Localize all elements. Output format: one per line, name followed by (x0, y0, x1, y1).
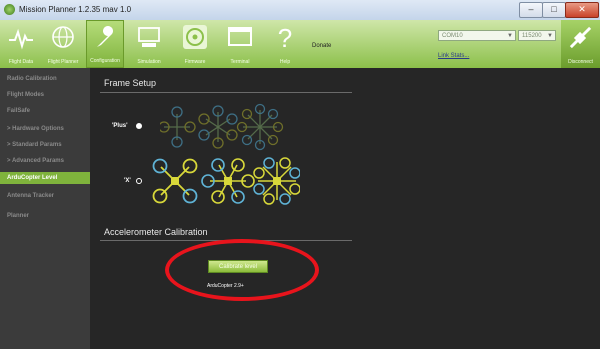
quad-plus-icon (160, 106, 196, 148)
sidebar-item-failsafe[interactable]: FailSafe (0, 105, 90, 117)
plus-frame-diagrams (160, 103, 284, 151)
chevron-down-icon: ▼ (547, 33, 553, 39)
computer-icon (138, 27, 160, 47)
hexa-plus-icon (198, 105, 238, 149)
close-button[interactable]: ✕ (565, 2, 599, 18)
minimize-button[interactable]: – (519, 2, 543, 18)
terminal-button[interactable]: Terminal (221, 20, 259, 68)
frame-setup-title: Frame Setup (104, 78, 157, 88)
plug-icon (569, 26, 592, 49)
com-port-value: COM10 (442, 33, 463, 39)
flight-data-label: Flight Data (8, 59, 34, 65)
flight-planner-label: Flight Planner (47, 59, 79, 65)
sidebar-item-antenna-tracker[interactable]: Antenna Tracker (0, 190, 90, 202)
donate-link[interactable]: Donate (312, 43, 331, 49)
title-bar: Mission Planner 1.2.35 mav 1.0 – □ ✕ (0, 0, 600, 20)
octo-x-icon (253, 157, 300, 205)
configuration-label: Configuration (90, 58, 120, 64)
hexa-x-icon (201, 158, 255, 204)
octo-plus-icon (236, 103, 284, 151)
quad-x-icon (152, 158, 198, 204)
x-frame-radio[interactable] (136, 178, 142, 184)
plus-frame-label: 'Plus' (112, 123, 128, 129)
terminal-icon (228, 27, 252, 46)
simulation-button[interactable]: Simulation (130, 20, 168, 68)
disconnect-label: Disconnect (568, 59, 593, 65)
disc-icon (183, 25, 207, 49)
app-icon (4, 4, 15, 15)
configuration-button[interactable]: Configuration (86, 20, 124, 68)
baud-rate-select[interactable]: 115200 ▼ (518, 30, 556, 41)
highlight-ellipse (165, 239, 319, 301)
config-sidebar: Radio Calibration Flight Modes FailSafe … (0, 68, 96, 349)
flight-data-button[interactable]: Flight Data (2, 20, 40, 68)
maximize-button[interactable]: □ (542, 2, 566, 18)
com-port-select[interactable]: COM10 ▼ (438, 30, 516, 41)
main-panel: Frame Setup 'Plus' 'X' Accelerometer Cal… (90, 68, 600, 349)
sidebar-item-flight-modes[interactable]: Flight Modes (0, 89, 90, 101)
main-toolbar: Flight Data Flight Planner Configuration… (0, 20, 600, 68)
sidebar-item-planner[interactable]: Planner (0, 210, 90, 222)
window-title: Mission Planner 1.2.35 mav 1.0 (19, 5, 132, 14)
x-frame-diagrams (152, 157, 300, 205)
sidebar-item-standard-params[interactable]: > Standard Params (0, 139, 90, 151)
question-icon: ? (278, 24, 292, 50)
sidebar-item-arducopter-level[interactable]: ArduCopter Level (0, 172, 96, 184)
flight-planner-button[interactable]: Flight Planner (44, 20, 82, 68)
accelerometer-calibration-title: Accelerometer Calibration (104, 227, 208, 237)
sidebar-item-hardware-options[interactable]: > Hardware Options (0, 123, 90, 135)
wrench-icon (97, 26, 113, 47)
globe-icon (52, 26, 74, 48)
svg-text:?: ? (278, 24, 292, 50)
disconnect-button[interactable]: Disconnect (561, 20, 600, 68)
link-stats-link[interactable]: Link Stats... (438, 53, 469, 59)
simulation-label: Simulation (137, 59, 161, 65)
firmware-label: Firmware (184, 59, 206, 65)
sidebar-item-radio-calibration[interactable]: Radio Calibration (0, 73, 90, 85)
baud-rate-value: 115200 (522, 33, 542, 39)
pulse-icon (9, 28, 33, 50)
mission-planner-window: Mission Planner 1.2.35 mav 1.0 – □ ✕ Fli… (0, 0, 600, 349)
frame-setup-divider (100, 92, 352, 93)
firmware-button[interactable]: Firmware (176, 20, 214, 68)
chevron-down-icon: ▼ (507, 33, 513, 39)
sidebar-item-advanced-params[interactable]: > Advanced Params (0, 155, 90, 167)
terminal-label: Terminal (230, 59, 250, 65)
x-frame-label: 'X' (124, 178, 131, 184)
help-label: Help (279, 59, 291, 65)
help-button[interactable]: ? Help (266, 20, 304, 68)
plus-frame-radio[interactable] (136, 123, 142, 129)
